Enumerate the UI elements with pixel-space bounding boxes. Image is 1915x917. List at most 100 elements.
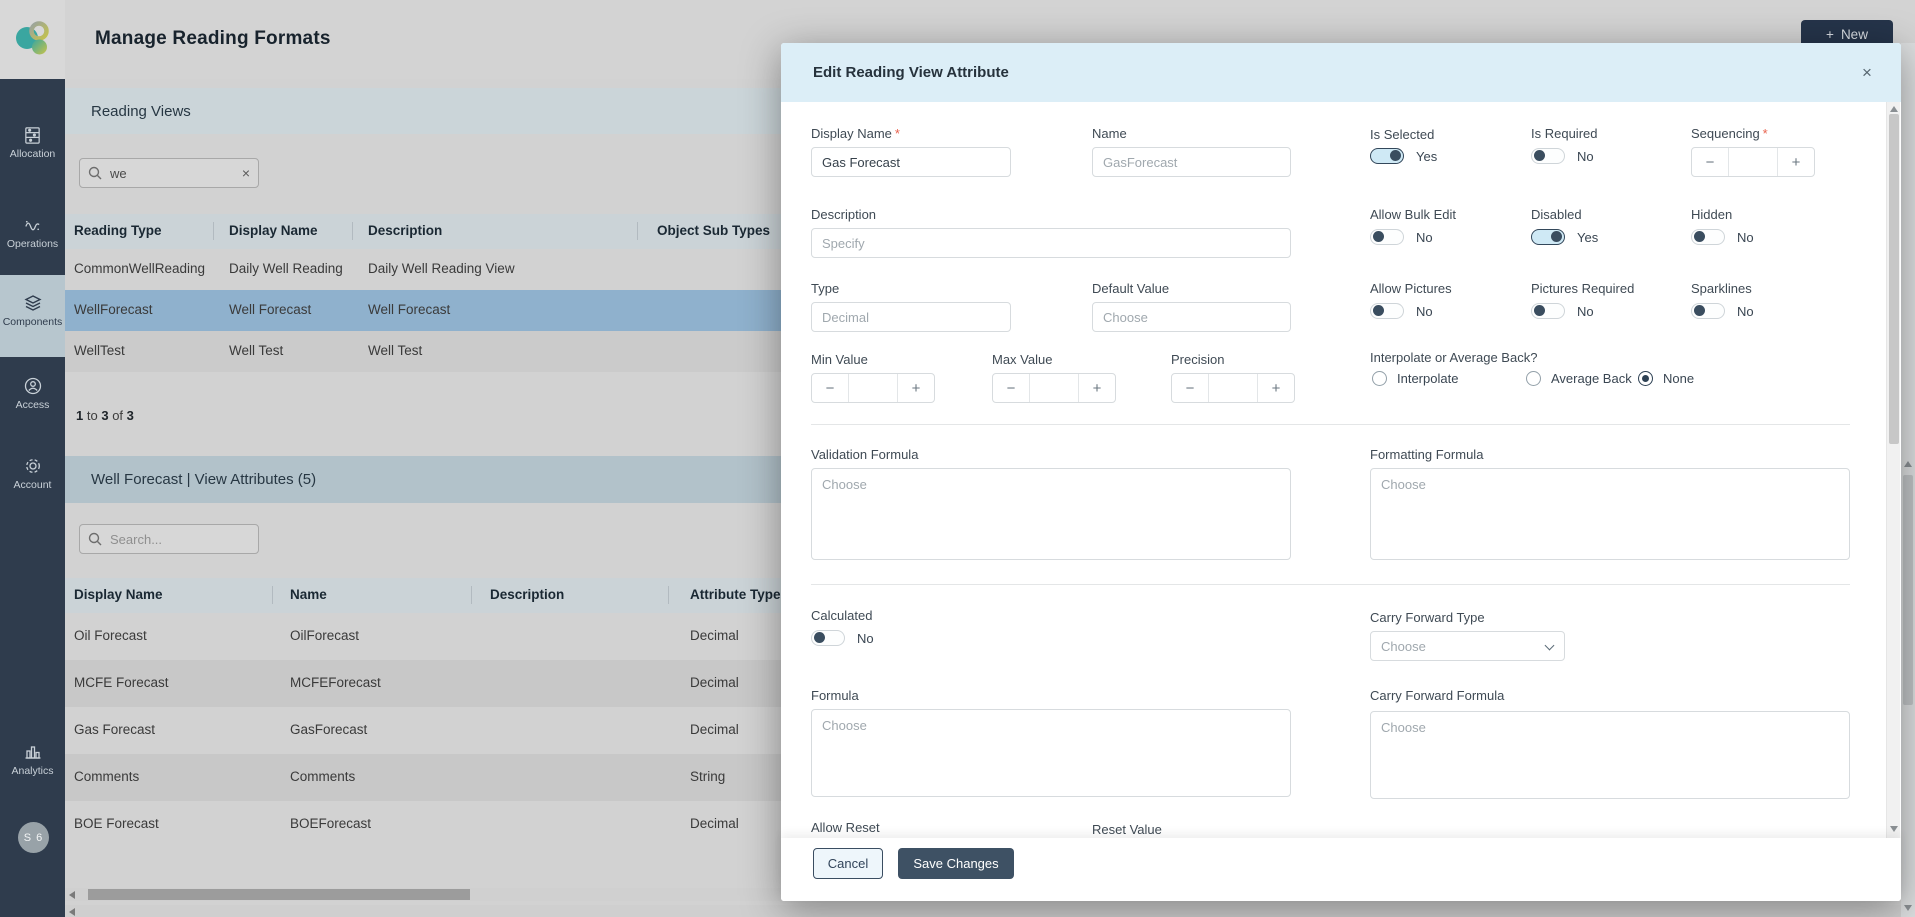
required-mark: * [895, 126, 900, 141]
column-header[interactable]: Description [368, 223, 442, 238]
increment-icon[interactable]: + [1258, 374, 1294, 402]
cell-display-name: Well Forecast [229, 302, 311, 317]
cancel-button[interactable]: Cancel [813, 848, 883, 879]
column-header[interactable]: Display Name [229, 223, 318, 238]
column-header[interactable]: Name [290, 587, 327, 602]
search-icon [88, 166, 102, 180]
allow-pictures-toggle[interactable]: No [1370, 303, 1433, 319]
cell-display-name: Well Test [229, 343, 283, 358]
increment-icon[interactable]: + [898, 374, 934, 402]
sidebar-item-account[interactable]: Account [0, 456, 65, 491]
description-field[interactable] [811, 228, 1291, 258]
reset-value-label: Reset Value [1092, 822, 1162, 837]
search-input[interactable] [110, 166, 234, 181]
view-attributes-search[interactable] [79, 524, 259, 554]
toggle-on[interactable] [1370, 148, 1404, 164]
disabled-toggle[interactable]: Yes [1531, 229, 1598, 245]
sidebar-item-analytics[interactable]: Analytics [0, 742, 65, 777]
sidebar-item-allocation[interactable]: Allocation [0, 126, 65, 160]
scroll-up-icon[interactable] [1890, 106, 1898, 112]
toggle-off[interactable] [1691, 229, 1725, 245]
column-header[interactable]: Attribute Type [690, 587, 781, 602]
scroll-left-icon[interactable] [69, 891, 75, 899]
decrement-icon[interactable]: − [812, 374, 848, 402]
sidebar-item-components[interactable]: Components [0, 275, 65, 357]
is-required-toggle[interactable]: No [1531, 148, 1594, 164]
avatar[interactable]: S 6 [18, 822, 49, 853]
scroll-left-icon[interactable] [69, 908, 75, 916]
formula-field[interactable] [811, 709, 1291, 797]
page-vertical-scrollbar[interactable] [1901, 43, 1915, 917]
toggle-state: Yes [1577, 230, 1598, 245]
window-horizontal-scrollbar[interactable] [65, 905, 1915, 917]
plus-icon: + [1826, 27, 1834, 42]
page-title: Manage Reading Formats [95, 28, 331, 50]
default-value-label: Default Value [1092, 281, 1169, 296]
min-value-label: Min Value [811, 352, 868, 367]
precision-stepper[interactable]: − + [1171, 373, 1295, 403]
display-name-field[interactable] [811, 147, 1011, 177]
is-selected-label: Is Selected [1370, 127, 1434, 142]
toggle-on[interactable] [1531, 229, 1565, 245]
radio-icon[interactable] [1526, 371, 1541, 386]
modal-vertical-scrollbar[interactable] [1886, 102, 1900, 838]
scroll-down-icon[interactable] [1904, 905, 1912, 911]
carry-forward-formula-field[interactable] [1370, 711, 1850, 799]
sidebar-item-access[interactable]: Access [0, 376, 65, 411]
pictures-required-toggle[interactable]: No [1531, 303, 1594, 319]
decrement-icon[interactable]: − [993, 374, 1029, 402]
max-value-stepper[interactable]: − + [992, 373, 1116, 403]
is-selected-toggle[interactable]: Yes [1370, 148, 1437, 164]
column-header[interactable]: Description [490, 587, 564, 602]
reading-views-title: Reading Views [91, 103, 191, 120]
toggle-off[interactable] [1691, 303, 1725, 319]
radio-average-back[interactable]: Average Back [1526, 371, 1632, 386]
sidebar-item-operations[interactable]: Operations [0, 216, 65, 250]
allow-bulk-edit-toggle[interactable]: No [1370, 229, 1433, 245]
sequencing-stepper[interactable]: − + [1691, 147, 1815, 177]
reading-views-search[interactable]: × [79, 158, 259, 188]
clear-search-icon[interactable]: × [242, 166, 250, 180]
scrollbar-thumb[interactable] [88, 889, 470, 900]
cell-description: Well Forecast [368, 302, 450, 317]
max-value-field[interactable] [1029, 374, 1079, 402]
min-value-stepper[interactable]: − + [811, 373, 935, 403]
toggle-off[interactable] [1370, 229, 1404, 245]
validation-formula-field[interactable] [811, 468, 1291, 560]
radio-interpolate[interactable]: Interpolate [1372, 371, 1458, 386]
edit-reading-view-attribute-modal: Edit Reading View Attribute × Display Na… [781, 43, 1901, 901]
increment-icon[interactable]: + [1079, 374, 1115, 402]
radio-icon[interactable] [1372, 371, 1387, 386]
column-header[interactable]: Reading Type [74, 223, 162, 238]
radio-selected-icon[interactable] [1638, 371, 1653, 386]
scrollbar-thumb[interactable] [1889, 114, 1899, 444]
column-header[interactable]: Object Sub Types [657, 223, 770, 238]
decrement-icon[interactable]: − [1692, 148, 1728, 176]
type-field [811, 302, 1011, 332]
calculated-toggle[interactable]: No [811, 630, 874, 646]
scroll-up-icon[interactable] [1904, 461, 1912, 467]
scroll-down-icon[interactable] [1890, 826, 1898, 832]
increment-icon[interactable]: + [1778, 148, 1814, 176]
gear-icon [23, 456, 43, 476]
precision-field[interactable] [1208, 374, 1258, 402]
toggle-off[interactable] [811, 630, 845, 646]
toggle-off[interactable] [1370, 303, 1404, 319]
toggle-off[interactable] [1531, 148, 1565, 164]
carry-forward-type-select[interactable]: Choose [1370, 631, 1565, 661]
save-changes-button[interactable]: Save Changes [898, 848, 1014, 879]
close-icon[interactable]: × [1855, 61, 1879, 85]
formatting-formula-field[interactable] [1370, 468, 1850, 560]
hidden-toggle[interactable]: No [1691, 229, 1754, 245]
sequencing-value[interactable] [1728, 148, 1778, 176]
decrement-icon[interactable]: − [1172, 374, 1208, 402]
toggle-off[interactable] [1531, 303, 1565, 319]
screen: Allocation Operations Components Access … [0, 0, 1915, 917]
sparklines-toggle[interactable]: No [1691, 303, 1754, 319]
default-value-field[interactable] [1092, 302, 1291, 332]
search-input[interactable] [110, 532, 250, 547]
column-header[interactable]: Display Name [74, 587, 163, 602]
radio-none[interactable]: None [1638, 371, 1694, 386]
min-value-field[interactable] [848, 374, 898, 402]
scrollbar-thumb[interactable] [1903, 475, 1913, 705]
